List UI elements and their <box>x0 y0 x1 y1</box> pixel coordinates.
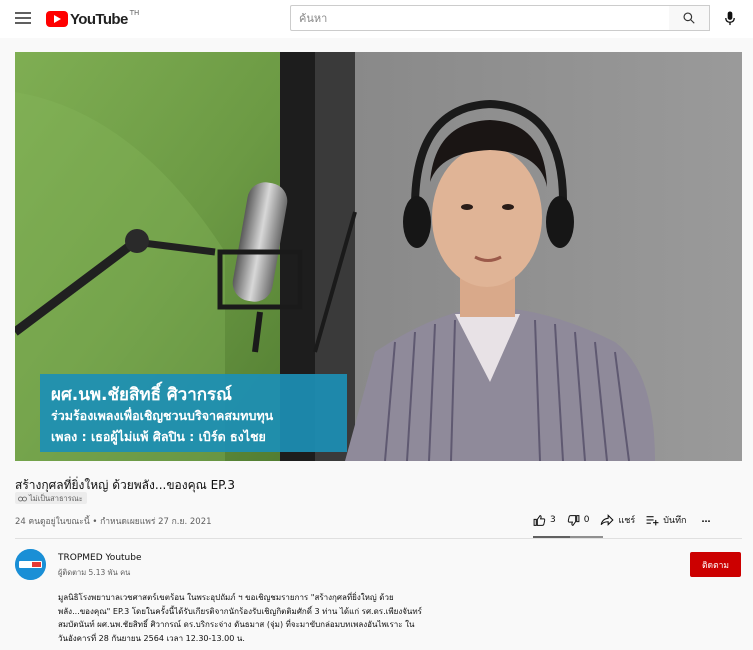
channel-logo-icon <box>15 549 46 580</box>
search-button[interactable] <box>669 5 710 31</box>
unlisted-badge: ไม่เป็นสาธารณะ <box>15 492 87 504</box>
video-description: มูลนิธิโรงพยาบาลเวชศาสตร์เขตร้อน ในพระอุ… <box>58 591 478 645</box>
share-icon <box>601 514 615 526</box>
divider <box>15 538 742 539</box>
overlay-song: เพลง : เธอผู้ไม่แพ้ ศิลปิน : เบิร์ด ธงไช… <box>51 429 266 445</box>
overlay-name: ผศ.นพ.ชัยสิทธิ์ ศิวากรณ์ <box>51 381 232 405</box>
video-meta: 24 คนดูอยู่ในขณะนี้ • กำหนดเผยแพร่ 27 ก.… <box>15 517 212 527</box>
video-player[interactable]: ผศ.นพ.ชัยสิทธิ์ ศิวากรณ์ ร่วมร้องเพลงเพื… <box>15 52 742 461</box>
dislike-count: 0 <box>583 515 590 525</box>
youtube-play-icon <box>46 11 68 27</box>
youtube-logo[interactable]: YouTube TH <box>46 9 139 29</box>
channel-avatar[interactable] <box>15 549 46 580</box>
thumbs-up-icon <box>533 514 546 526</box>
logo-text: YouTube <box>70 10 128 28</box>
link-icon <box>18 496 27 501</box>
subscriber-count: ผู้ติดตาม 5.13 พัน คน <box>58 568 131 577</box>
voice-search-button[interactable] <box>719 7 741 29</box>
description-line: วันอังคารที่ 28 กันยายน 2564 เวลา 12.30-… <box>58 633 245 643</box>
video-frame: ผศ.นพ.ชัยสิทธิ์ ศิวากรณ์ ร่วมร้องเพลงเพื… <box>15 52 742 461</box>
share-button[interactable]: แชร์ <box>600 513 635 527</box>
share-label: แชร์ <box>618 516 636 526</box>
more-actions-button[interactable]: … <box>701 515 710 525</box>
masthead: YouTube TH <box>0 0 753 38</box>
save-button[interactable]: บันทึก <box>646 513 686 527</box>
channel-name[interactable]: TROPMED Youtube <box>58 553 142 563</box>
logo-region: TH <box>129 9 140 17</box>
more-icon: … <box>701 515 711 525</box>
microphone-icon <box>725 10 735 25</box>
playlist-add-icon <box>646 515 659 525</box>
save-label: บันทึก <box>663 516 687 526</box>
like-button[interactable]: 3 <box>533 514 556 527</box>
search-icon <box>683 12 695 24</box>
search-input[interactable] <box>290 5 670 31</box>
like-count: 3 <box>550 515 556 525</box>
description-line: พลัง...ของคุณ" EP.3 โดยในครั้งนี้ได้รับเ… <box>58 606 422 616</box>
overlay-subtitle: ร่วมร้องเพลงเพื่อเชิญชวนบริจาคสมทบทุน <box>51 407 274 424</box>
subscribe-button[interactable]: ติดตาม <box>690 552 741 577</box>
description-line: สมบัตนันท์ ผศ.นพ.ชัยสิทธิ์ ศิวากรณ์ ดร.บ… <box>58 620 415 629</box>
dislike-button[interactable]: 0 <box>567 514 590 527</box>
description-line: มูลนิธิโรงพยาบาลเวชศาสตร์เขตร้อน ในพระอุ… <box>58 593 394 602</box>
badge-label: ไม่เป็นสาธารณะ <box>29 493 83 503</box>
menu-icon[interactable] <box>15 11 31 25</box>
thumbs-down-icon <box>567 514 580 526</box>
video-actions: 3 0 แชร์ บันทึก … <box>533 511 721 529</box>
